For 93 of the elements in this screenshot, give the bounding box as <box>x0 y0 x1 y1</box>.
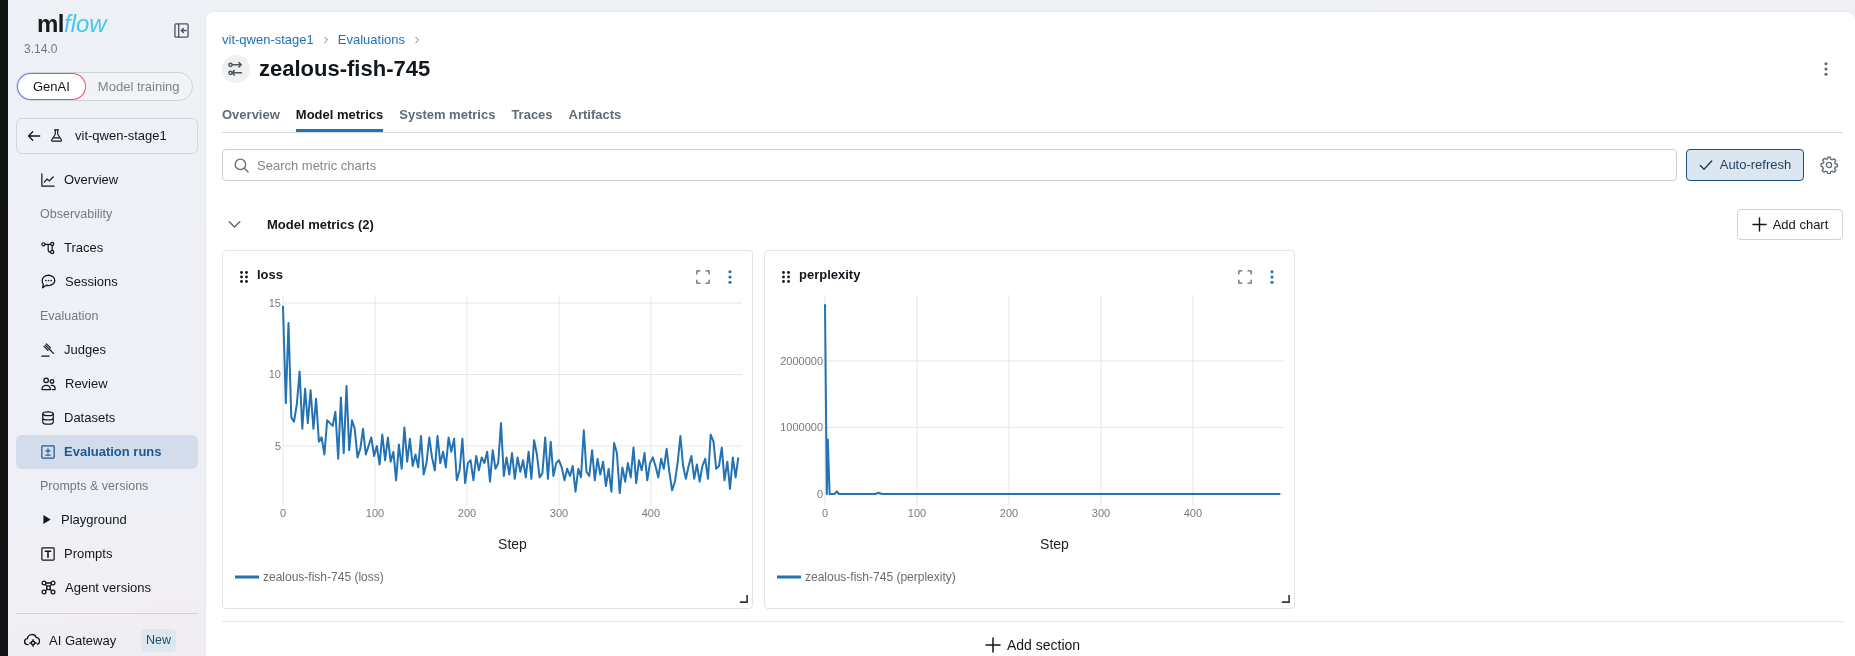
tab[interactable]: Overview <box>222 99 280 132</box>
check-icon <box>1698 158 1713 172</box>
drag-handle-icon <box>782 271 790 283</box>
kebab-icon <box>1269 270 1274 284</box>
chat-bubble-icon <box>41 274 56 290</box>
y-axis-tick-label: 2000000 <box>780 354 823 367</box>
chart-menu-button[interactable] <box>1269 270 1274 284</box>
chart-title: loss <box>257 267 283 283</box>
sidebar-nav-item[interactable]: Judges <box>16 332 198 367</box>
x-axis-tick-label: 200 <box>999 507 1019 519</box>
auto-refresh-toggle[interactable]: Auto-refresh <box>1686 149 1804 181</box>
y-axis-tick-label: 0 <box>816 488 823 500</box>
arrows-exchange-icon <box>222 55 250 83</box>
x-axis-tick-label: 200 <box>457 507 477 519</box>
x-axis-tick-label: 0 <box>821 507 829 519</box>
database-icon <box>41 410 55 425</box>
letter-t-square-icon <box>41 546 55 561</box>
sidebar-nav-item[interactable]: Evaluation runs <box>16 434 198 469</box>
sidebar-nav-item[interactable]: Datasets <box>16 400 198 435</box>
mode-toggle-option[interactable]: GenAI <box>17 73 86 100</box>
tab[interactable]: Traces <box>511 99 553 132</box>
sidebar-nav-item[interactable]: Agent versions <box>16 570 198 605</box>
fullscreen-icon <box>1238 270 1252 284</box>
ai-gateway-link[interactable]: AI Gateway New <box>16 624 198 656</box>
people-icon <box>41 376 56 392</box>
line-chart-icon <box>41 172 55 187</box>
sidebar-section-heading: Observability <box>39 205 114 223</box>
sidebar-nav-item[interactable]: Sessions <box>16 264 198 299</box>
fullscreen-button[interactable] <box>696 270 710 284</box>
fullscreen-button[interactable] <box>1238 270 1252 284</box>
mlflow-logo: mlflow <box>37 12 107 36</box>
legend-label: zealous-fish-745 (perplexity) <box>805 569 956 586</box>
resize-handle-icon <box>1281 594 1290 603</box>
mode-toggle-option[interactable]: Model training <box>85 73 192 100</box>
tab[interactable]: Artifacts <box>568 99 622 132</box>
y-axis-tick-label: 1000000 <box>780 421 823 434</box>
breadcrumb-link[interactable]: Evaluations <box>337 30 405 50</box>
kebab-icon <box>1824 62 1828 76</box>
x-axis-tick-label: 100 <box>365 507 385 519</box>
sidebar-nav-item[interactable]: Prompts <box>16 536 198 571</box>
tab[interactable]: Model metrics <box>295 99 384 132</box>
connected-nodes-icon <box>41 240 55 255</box>
kebab-icon <box>727 270 732 284</box>
search-field[interactable]: Search metric charts <box>222 149 1677 181</box>
network-nodes-icon <box>41 580 56 596</box>
drag-handle-icon <box>240 271 248 283</box>
flask-icon <box>50 129 63 143</box>
x-axis-title: Step <box>498 536 527 552</box>
legend-label: zealous-fish-745 (loss) <box>263 569 384 586</box>
sidebar-nav-item[interactable]: Review <box>16 366 198 401</box>
chevron-right-icon <box>413 36 421 44</box>
collapse-sidebar-icon <box>173 22 189 38</box>
x-axis-title: Step <box>1040 536 1069 552</box>
gavel-icon <box>41 342 55 357</box>
plus-minus-square-icon <box>41 444 55 459</box>
resize-handle-icon <box>739 594 748 603</box>
experiment-back-button[interactable]: vit-qwen-stage1 <box>16 118 198 154</box>
run-title: zealous-fish-745 <box>259 55 431 83</box>
x-axis-tick-label: 100 <box>907 507 927 519</box>
collapse-sidebar-button[interactable] <box>173 22 189 38</box>
sidebar-section-heading: Prompts & versions <box>39 477 150 495</box>
section-title: Model metrics (2) <box>267 215 374 234</box>
breadcrumb-link[interactable]: vit-qwen-stage1 <box>222 30 314 50</box>
settings-gear-icon <box>1820 156 1838 174</box>
sidebar-nav-item[interactable]: Traces <box>16 230 198 265</box>
version-label: 3.14.0 <box>24 42 59 56</box>
plus-icon <box>1751 217 1767 232</box>
y-axis-tick-label: 15 <box>268 297 281 309</box>
chart-title: perplexity <box>799 267 861 283</box>
back-arrow-icon <box>27 128 41 143</box>
x-axis-tick-label: 300 <box>549 507 569 519</box>
search-icon <box>234 158 249 173</box>
fullscreen-icon <box>696 270 710 284</box>
x-axis-tick-label: 400 <box>641 507 661 519</box>
new-tag: New <box>141 629 176 652</box>
y-axis-tick-label: 10 <box>268 368 281 381</box>
sidebar-nav-item[interactable]: Overview <box>16 162 198 197</box>
cloud-gear-icon <box>24 632 40 649</box>
x-axis-tick-label: 0 <box>279 507 287 519</box>
tab[interactable]: System metrics <box>399 99 496 132</box>
chart-menu-button[interactable] <box>727 270 732 284</box>
settings-button[interactable] <box>1820 156 1838 174</box>
x-axis-tick-label: 300 <box>1091 507 1111 519</box>
x-axis-tick-label: 400 <box>1183 507 1203 519</box>
plus-icon <box>984 637 1001 653</box>
add-section-button[interactable]: Add section <box>984 635 1081 655</box>
y-axis-tick-label: 5 <box>274 439 281 452</box>
chevron-right-icon <box>321 36 330 44</box>
chevron-down-icon <box>227 218 241 231</box>
add-chart-button[interactable]: Add chart <box>1737 209 1843 240</box>
sidebar-nav-item[interactable]: Playground <box>16 502 198 537</box>
play-icon <box>41 514 52 526</box>
sidebar-section-heading: Evaluation <box>39 307 100 325</box>
